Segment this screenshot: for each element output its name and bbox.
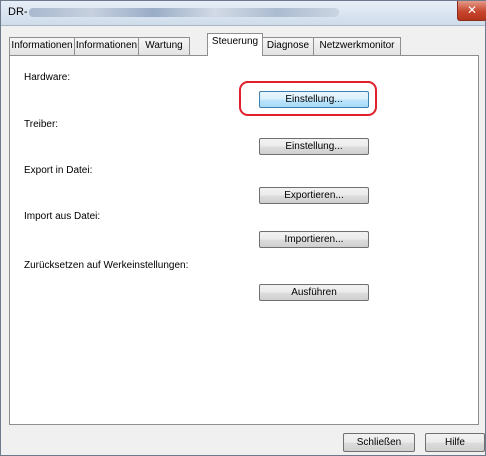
title-bar[interactable]: DR- — [1, 1, 485, 26]
tab-wartung[interactable]: Wartung — [138, 37, 190, 55]
reset-label: Zurücksetzen auf Werkeinstellungen: — [24, 260, 189, 271]
close-window-icon[interactable]: ✕ — [457, 1, 486, 21]
tab-informationen-1[interactable]: Informationen — [9, 37, 75, 55]
export-label: Export in Datei: — [24, 165, 93, 176]
reset-execute-button[interactable]: Ausführen — [259, 284, 369, 301]
tab-informationen-2[interactable]: Informationen — [74, 37, 139, 55]
tab-steuerung[interactable]: Steuerung — [207, 33, 263, 56]
close-button[interactable]: Schließen — [343, 433, 415, 452]
import-button[interactable]: Importieren... — [259, 231, 369, 248]
highlight-outline — [239, 81, 377, 116]
dialog-window: DR- ✕ Informationen Informationen Wartun… — [0, 0, 486, 456]
driver-label: Treiber: — [24, 119, 59, 130]
export-button[interactable]: Exportieren... — [259, 187, 369, 204]
tab-diagnose[interactable]: Diagnose — [262, 37, 314, 55]
window-title-blurred — [29, 8, 339, 17]
window-title: DR- — [8, 6, 28, 18]
tab-netzwerkmonitor[interactable]: Netzwerkmonitor — [313, 37, 401, 55]
help-button[interactable]: Hilfe — [425, 433, 485, 452]
driver-settings-button[interactable]: Einstellung... — [259, 138, 369, 155]
import-label: Import aus Datei: — [24, 211, 101, 222]
hardware-label: Hardware: — [24, 72, 71, 83]
